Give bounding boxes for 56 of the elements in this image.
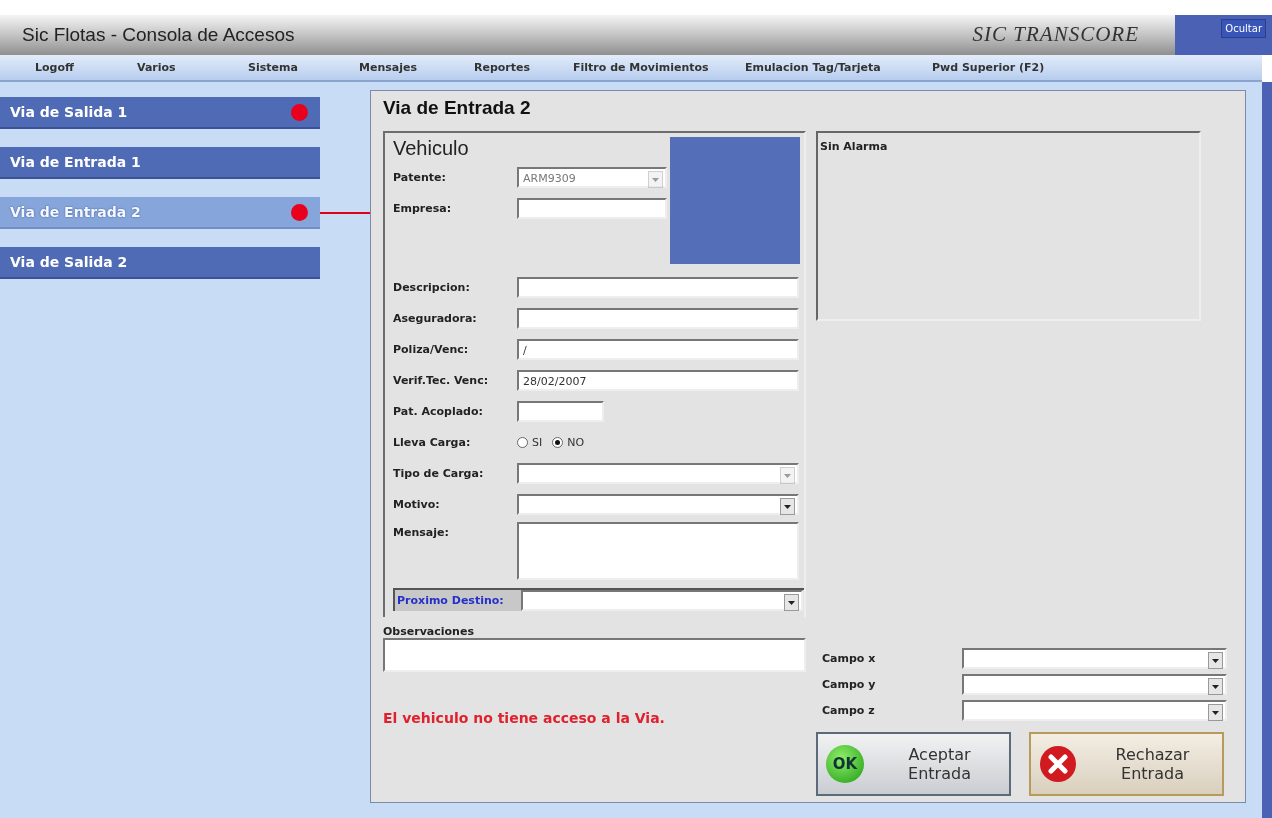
field-label: Aseguradora: [393,312,478,325]
field-label: Verif.Tec. Venc: [393,374,490,387]
text-field[interactable]: 28/02/2007 [517,370,799,391]
menu-item[interactable]: Pwd Superior (F2) [932,61,1262,74]
field-label: Campo z [821,704,876,717]
field-label: Motivo: [393,498,441,511]
menu-item[interactable]: Filtro de Movimientos [573,61,745,74]
panel-title: Via de Entrada 2 [383,97,532,119]
menu-item[interactable]: Logoff [35,61,137,74]
field-label: Lleva Carga: [393,436,472,449]
field-label: Tipo de Carga: [393,467,485,480]
group-title: Vehiculo [393,137,470,160]
dropdown-field[interactable] [962,648,1227,669]
field-label: Observaciones [383,625,475,638]
text-field[interactable] [517,308,799,329]
hide-button[interactable]: Ocultar [1221,19,1266,38]
field-label: Poliza/Venc: [393,343,470,356]
close-icon [1039,745,1077,783]
logo: SIC TRANSCORE [972,21,1140,48]
field-label: Pat. Acoplado: [393,405,484,418]
menu-item[interactable]: Emulacion Tag/Tarjeta [745,61,932,74]
ok-icon: OK [826,745,864,783]
menu-item[interactable]: Reportes [474,61,573,74]
dropdown-field[interactable] [962,674,1227,695]
radio-label: NO [567,436,585,449]
field-label: Campo x [821,652,877,665]
menu-item[interactable]: Sistema [248,61,359,74]
error-message: El vehiculo no tiene acceso a la Via. [383,710,666,726]
field-label: Mensaje: [393,525,450,539]
message-field[interactable] [517,522,799,580]
radio-button[interactable] [552,437,564,448]
field-label: Patente: [393,171,447,184]
window-title: Sic Flotas - Consola de Accesos [21,23,296,47]
connector-line [320,212,370,214]
menu-item[interactable]: Varios [137,61,248,74]
alarm-text: Sin Alarma [820,140,888,153]
text-field[interactable] [517,198,667,219]
radio-label: SI [532,436,543,449]
dropdown-field[interactable] [521,590,803,611]
radio-button[interactable] [517,437,528,448]
menu-item[interactable]: Mensajes [359,61,474,74]
field-label: Proximo Destino: [395,590,521,611]
observations-field[interactable] [383,638,806,672]
lane-item[interactable]: Via de Entrada 1 [0,147,320,179]
lane-item[interactable]: Via de Salida 1 [0,97,320,129]
accept-button[interactable]: OK Aceptar Entrada [816,732,1011,796]
field-label: Descripcion: [393,281,471,294]
text-field[interactable] [517,401,604,422]
field-label: Empresa: [393,202,453,215]
field-label: Campo y [821,678,877,691]
reject-button[interactable]: Rechazar Entrada [1029,732,1224,796]
dropdown-field[interactable] [962,700,1227,721]
text-field[interactable]: / [517,339,799,360]
dropdown-field[interactable] [517,494,799,515]
lane-item[interactable]: Via de Salida 2 [0,247,320,279]
text-field[interactable] [517,277,799,298]
